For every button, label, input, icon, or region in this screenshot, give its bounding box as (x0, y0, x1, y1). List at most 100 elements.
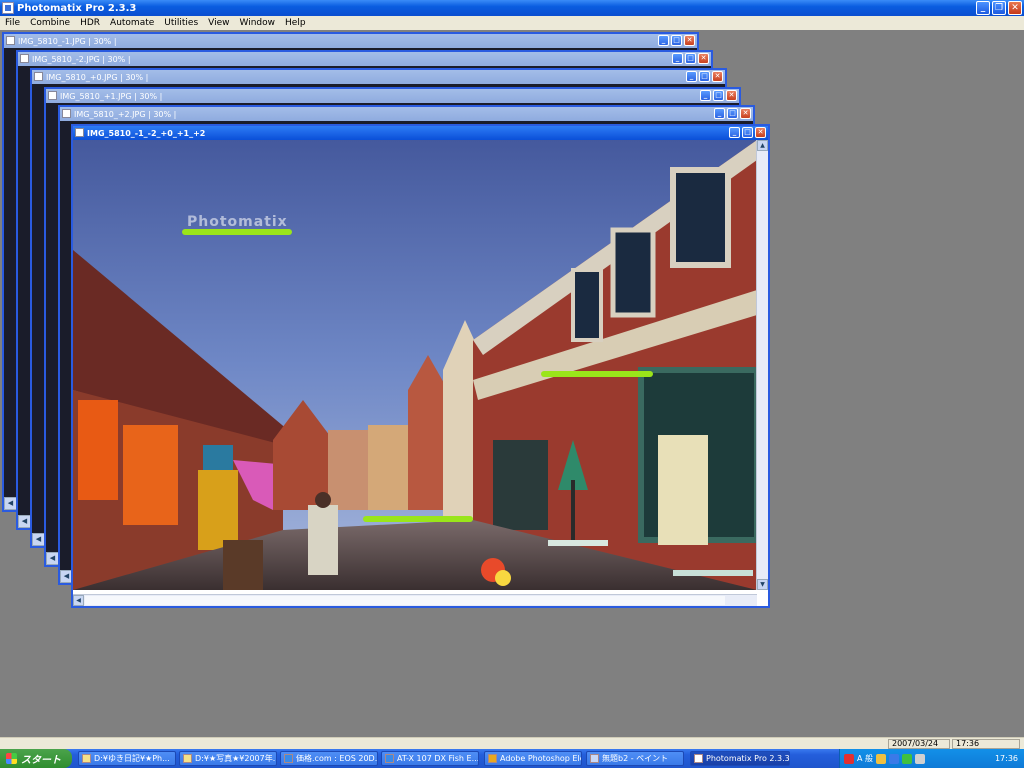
folder-icon (82, 754, 91, 763)
mdi-workspace: IMG_5810_-1.JPG | 30% | _ □ ✕ ◀ IMG_5810… (0, 30, 1024, 737)
paint-icon (590, 754, 599, 763)
menu-combine[interactable]: Combine (25, 18, 75, 28)
window-maximize-button[interactable]: □ (742, 127, 753, 138)
taskbar-item[interactable]: 無題b2 - ペイント (586, 751, 684, 766)
scroll-down-arrow[interactable]: ▼ (757, 579, 768, 590)
tray-clock[interactable]: 17:36 (995, 754, 1024, 763)
window-title: IMG_5810_+1.JPG | 30% | (60, 91, 163, 101)
document-icon (20, 54, 29, 63)
folder-icon (183, 754, 192, 763)
highlight-bar (363, 516, 473, 522)
window-maximize-button[interactable]: □ (671, 35, 682, 46)
menubar: File Combine HDR Automate Utilities View… (0, 16, 1024, 30)
taskbar-item[interactable]: D:¥★写真★¥2007年... (179, 751, 277, 766)
taskbar-item[interactable]: D:¥ゆき日記¥★Ph... (78, 751, 176, 766)
app-title: Photomatix Pro 2.3.3 (17, 2, 137, 14)
highlight-bar (182, 229, 292, 235)
taskbar-item-label: AT-X 107 DX Fish E... (397, 754, 479, 763)
taskbar-item-active[interactable]: Photomatix Pro 2.3.3 (690, 751, 790, 766)
window-maximize-button[interactable]: □ (699, 71, 710, 82)
street-scene (73, 140, 757, 590)
document-icon (75, 128, 84, 137)
taskbar-item-label: Adobe Photoshop Ele... (500, 754, 581, 763)
menu-automate[interactable]: Automate (105, 18, 159, 28)
window-title: IMG_5810_+2.JPG | 30% | (74, 109, 177, 119)
window-titlebar[interactable]: IMG_5810_-1.JPG | 30% | _ □ ✕ (4, 34, 697, 48)
horizontal-scrollbar[interactable]: ◀ (73, 594, 757, 606)
system-tray: A 般 17:36 (839, 749, 1024, 768)
document-icon (6, 36, 15, 45)
hdr-result-window[interactable]: IMG_5810_-1_-2_+0_+1_+2 _ □ ✕ Photomatix… (71, 124, 770, 608)
window-close-button[interactable]: ✕ (712, 71, 723, 82)
start-button[interactable]: スタート (0, 749, 72, 768)
taskbar-item-label: D:¥ゆき日記¥★Ph... (94, 754, 170, 763)
status-date: 2007/03/24 (888, 739, 950, 749)
hdr-image[interactable]: Photomatix (73, 140, 757, 590)
start-label: スタート (21, 755, 61, 766)
help-icon[interactable] (889, 753, 900, 764)
app-titlebar[interactable]: Photomatix Pro 2.3.3 _ ❐ ✕ (0, 0, 1024, 16)
window-maximize-button[interactable]: □ (727, 108, 738, 119)
window-titlebar[interactable]: IMG_5810_+1.JPG | 30% | _ □ ✕ (46, 89, 739, 103)
window-titlebar[interactable]: IMG_5810_-1_-2_+0_+1_+2 _ □ ✕ (73, 126, 768, 140)
window-close-button[interactable]: ✕ (698, 53, 709, 64)
tray-icon[interactable] (902, 753, 913, 764)
scroll-thumb[interactable] (85, 596, 725, 605)
window-minimize-button[interactable]: _ (729, 127, 740, 138)
window-titlebar[interactable]: IMG_5810_+0.JPG | 30% | _ □ ✕ (32, 70, 725, 84)
ime-indicator[interactable]: A 般 (857, 753, 873, 764)
taskbar-item-label: 無題b2 - ペイント (602, 754, 669, 763)
document-icon (62, 109, 71, 118)
photoshop-icon (488, 754, 497, 763)
window-title: IMG_5810_-2.JPG | 30% | (32, 54, 131, 64)
taskbar-item-label: Photomatix Pro 2.3.3 (706, 754, 790, 763)
window-titlebar[interactable]: IMG_5810_-2.JPG | 30% | _ □ ✕ (18, 52, 711, 66)
menu-help[interactable]: Help (280, 18, 311, 28)
window-title: IMG_5810_+0.JPG | 30% | (46, 72, 149, 82)
taskbar-item-label: D:¥★写真★¥2007年... (195, 754, 277, 763)
close-button[interactable]: ✕ (1008, 1, 1022, 15)
window-maximize-button[interactable]: □ (685, 53, 696, 64)
window-minimize-button[interactable]: _ (700, 90, 711, 101)
app-icon[interactable] (2, 2, 14, 14)
photomatix-watermark: Photomatix (187, 214, 288, 230)
window-minimize-button[interactable]: _ (658, 35, 669, 46)
document-icon (34, 72, 43, 81)
browser-icon (385, 754, 394, 763)
window-minimize-button[interactable]: _ (714, 108, 725, 119)
window-close-button[interactable]: ✕ (684, 35, 695, 46)
tray-icon[interactable] (876, 753, 887, 764)
volume-icon[interactable] (915, 753, 926, 764)
vertical-scrollbar[interactable]: ▲ ▼ (756, 140, 768, 590)
taskbar-item[interactable]: 価格.com : EOS 20D... (280, 751, 378, 766)
scroll-up-arrow[interactable]: ▲ (757, 140, 768, 151)
menu-utilities[interactable]: Utilities (159, 18, 203, 28)
windows-logo-icon (6, 753, 17, 764)
photomatix-icon (694, 754, 703, 763)
window-title: IMG_5810_-1.JPG | 30% | (18, 36, 117, 46)
window-minimize-button[interactable]: _ (686, 71, 697, 82)
menu-hdr[interactable]: HDR (75, 18, 105, 28)
scroll-left-arrow[interactable]: ◀ (73, 595, 84, 606)
taskbar-item[interactable]: Adobe Photoshop Ele... (484, 751, 582, 766)
highlight-bar (541, 371, 653, 377)
minimize-button[interactable]: _ (976, 1, 990, 15)
window-close-button[interactable]: ✕ (726, 90, 737, 101)
window-maximize-button[interactable]: □ (713, 90, 724, 101)
browser-icon (284, 754, 293, 763)
taskbar-item[interactable]: AT-X 107 DX Fish E... (381, 751, 479, 766)
menu-view[interactable]: View (203, 18, 234, 28)
window-titlebar[interactable]: IMG_5810_+2.JPG | 30% | _ □ ✕ (60, 107, 753, 121)
menu-window[interactable]: Window (235, 18, 281, 28)
window-close-button[interactable]: ✕ (740, 108, 751, 119)
window-minimize-button[interactable]: _ (672, 53, 683, 64)
document-icon (48, 91, 57, 100)
menu-file[interactable]: File (0, 18, 25, 28)
status-time: 17:36 (952, 739, 1020, 749)
window-title: IMG_5810_-1_-2_+0_+1_+2 (87, 128, 206, 138)
restore-button[interactable]: ❐ (992, 1, 1006, 15)
window-close-button[interactable]: ✕ (755, 127, 766, 138)
tray-icon[interactable] (844, 753, 854, 764)
taskbar-item-label: 価格.com : EOS 20D... (296, 754, 378, 763)
statusbar: 2007/03/24 17:36 (0, 737, 1024, 749)
